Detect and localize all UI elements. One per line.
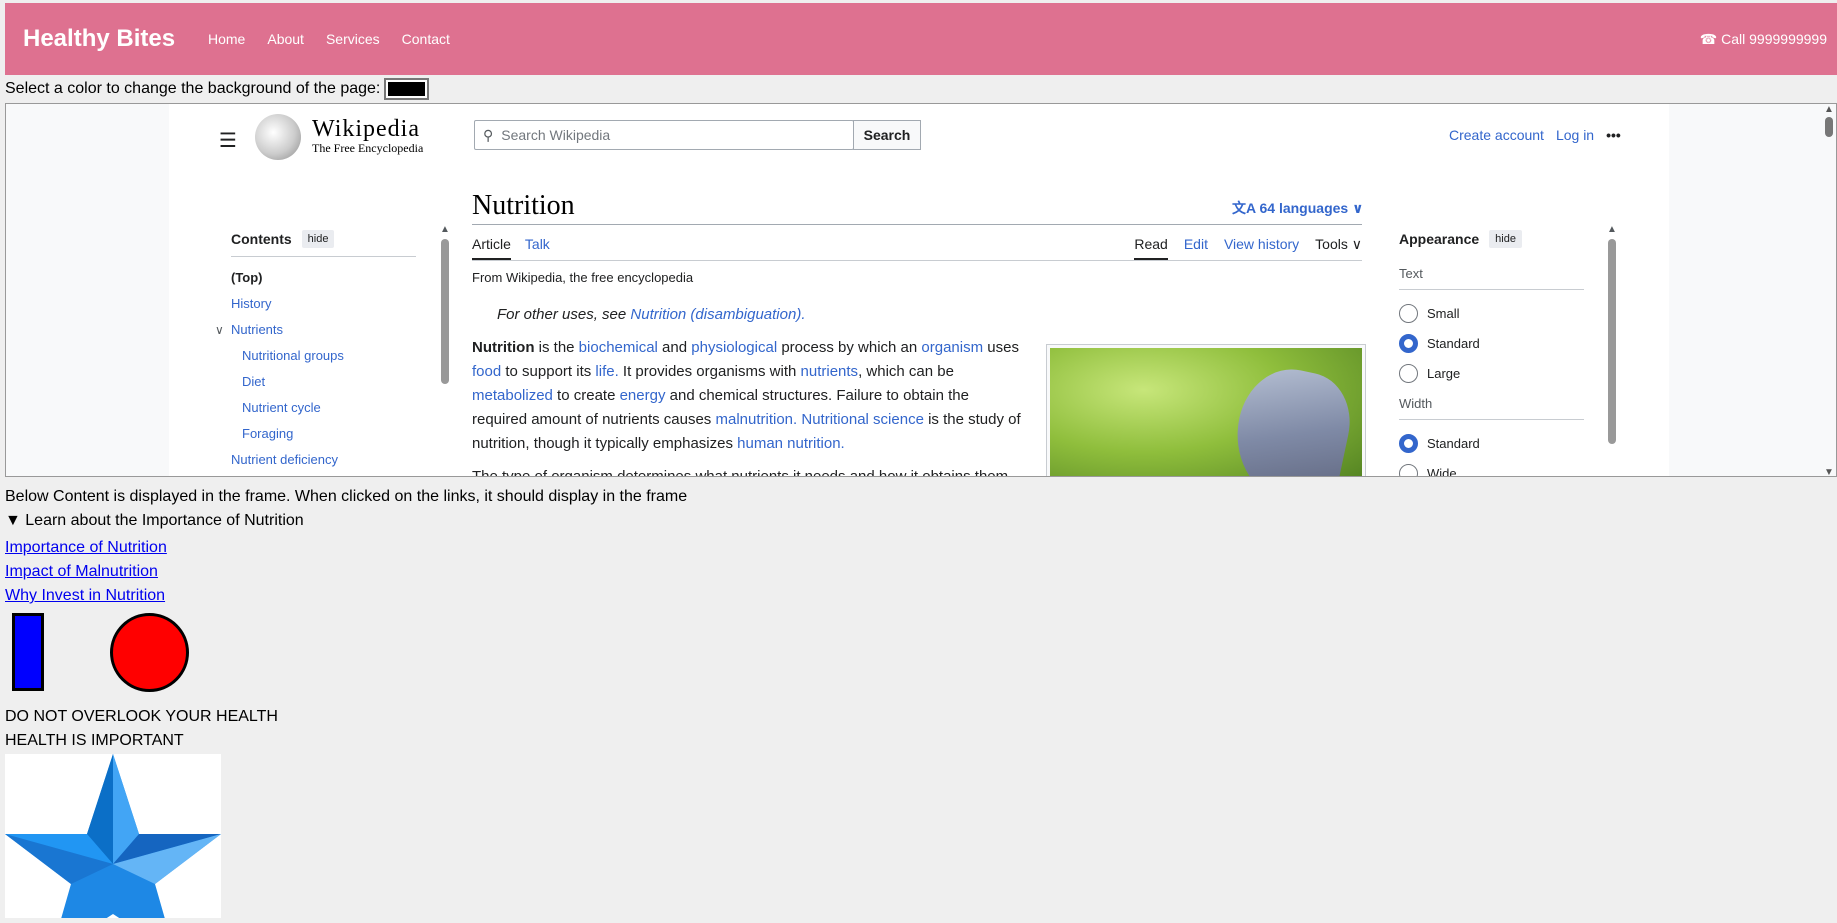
link-why-invest-in-nutrition[interactable]: Why Invest in Nutrition <box>5 584 167 608</box>
tools-menu[interactable]: Tools ∨ <box>1315 236 1362 260</box>
nutrition-links: Importance of Nutrition Impact of Malnut… <box>5 536 167 608</box>
tab-view-history[interactable]: View history <box>1224 236 1299 260</box>
tab-talk[interactable]: Talk <box>525 236 550 260</box>
wikipedia-wordmark[interactable]: Wikipedia The Free Encyclopedia <box>312 116 423 156</box>
search-icon: ⚲ <box>483 126 494 143</box>
menu-icon[interactable]: ☰ <box>219 128 237 153</box>
appearance-hide-button[interactable]: hide <box>1489 230 1522 248</box>
appearance-title: Appearance <box>1399 231 1480 247</box>
link-life[interactable]: life. <box>595 363 618 380</box>
link-biochemical[interactable]: biochemical <box>579 339 658 356</box>
hatnote: For other uses, see Nutrition (disambigu… <box>497 306 806 323</box>
color-picker-row: Select a color to change the background … <box>5 78 430 100</box>
appearance-panel: Appearance hide Text Small Standard Large… <box>1399 230 1584 476</box>
toc-item-nutrients[interactable]: ∨ Nutrients <box>215 317 416 343</box>
tab-read[interactable]: Read <box>1134 236 1168 260</box>
link-food[interactable]: food <box>472 363 501 380</box>
more-options-icon[interactable]: ••• <box>1606 127 1621 143</box>
toc-title: Contents <box>231 231 292 247</box>
toc-scrollbar[interactable]: ▲ <box>439 224 451 476</box>
radio-small[interactable] <box>1399 303 1418 323</box>
link-nutritional-science[interactable]: Nutritional science <box>801 411 924 428</box>
star-icon <box>5 754 221 923</box>
account-links: Create account Log in ••• <box>1449 127 1621 143</box>
toc-item-nutrient-cycle[interactable]: Nutrient cycle <box>231 395 416 421</box>
appearance-scrollbar[interactable]: ▲ <box>1606 224 1618 476</box>
toc-item-nutrient-deficiency[interactable]: Nutrient deficiency <box>231 447 416 473</box>
link-importance-of-nutrition[interactable]: Importance of Nutrition <box>5 536 167 560</box>
tab-article[interactable]: Article <box>472 236 511 260</box>
nav-services[interactable]: Services <box>326 31 380 47</box>
link-malnutrition[interactable]: malnutrition. <box>715 411 797 428</box>
toc-hide-button[interactable]: hide <box>301 230 335 248</box>
call-link[interactable]: ☎ Call 9999999999 <box>1700 31 1827 48</box>
create-account-link[interactable]: Create account <box>1449 127 1544 143</box>
languages-button[interactable]: 文A 64 languages ∨ <box>1232 198 1363 218</box>
butterfly-image[interactable] <box>1046 344 1366 476</box>
table-of-contents: Contents hide (Top) History ∨ Nutrients Nu… <box>215 230 416 473</box>
text-size-standard[interactable]: Standard <box>1399 328 1584 358</box>
link-human-nutrition[interactable]: human nutrition. <box>737 435 845 452</box>
search-input[interactable]: ⚲ Search Wikipedia <box>474 120 854 150</box>
color-picker-label: Select a color to change the background … <box>5 80 381 97</box>
link-organism[interactable]: organism <box>921 339 983 356</box>
color-picker-input[interactable] <box>384 78 430 100</box>
link-nutrients[interactable]: nutrients <box>801 363 859 380</box>
health-message-1: DO NOT OVERLOOK YOUR HEALTH <box>5 708 278 725</box>
link-metabolized[interactable]: metabolized <box>472 387 553 404</box>
wikipedia-page: ☰ Wikipedia The Free Encyclopedia ⚲ Sear… <box>169 104 1669 477</box>
toc-item-diet[interactable]: Diet <box>231 369 416 395</box>
translate-icon: 文A <box>1232 200 1260 216</box>
disambiguation-link[interactable]: Nutrition (disambiguation). <box>630 306 805 323</box>
toc-item-nutritional-groups[interactable]: Nutritional groups <box>231 343 416 369</box>
nav-about[interactable]: About <box>267 31 304 47</box>
text-size-large[interactable]: Large <box>1399 358 1584 388</box>
tagline: From Wikipedia, the free encyclopedia <box>472 270 694 285</box>
nav-contact[interactable]: Contact <box>402 31 450 47</box>
link-energy[interactable]: energy <box>620 387 666 404</box>
chevron-down-icon[interactable]: ∨ <box>215 317 224 343</box>
second-paragraph: The type of organism determines what nut… <box>472 468 1013 477</box>
site-header: Healthy Bites Home About Services Contac… <box>5 3 1837 75</box>
radio-width-standard[interactable] <box>1399 433 1418 453</box>
toc-item-top[interactable]: (Top) <box>231 265 416 291</box>
blue-rectangle <box>12 613 44 691</box>
log-in-link[interactable]: Log in <box>1556 127 1594 143</box>
brand-logo[interactable]: Healthy Bites <box>23 25 208 53</box>
nav-home[interactable]: Home <box>208 31 245 47</box>
radio-large[interactable] <box>1399 363 1418 383</box>
content-iframe[interactable]: ☰ Wikipedia The Free Encyclopedia ⚲ Sear… <box>5 103 1837 477</box>
page-title: Nutrition <box>472 190 575 221</box>
width-label: Width <box>1399 396 1433 411</box>
link-impact-of-malnutrition[interactable]: Impact of Malnutrition <box>5 560 167 584</box>
red-circle <box>110 613 189 692</box>
width-wide[interactable]: Wide <box>1399 458 1584 476</box>
toc-item-foraging[interactable]: Foraging <box>231 421 416 447</box>
text-size-small[interactable]: Small <box>1399 298 1584 328</box>
radio-standard[interactable] <box>1399 333 1418 353</box>
wikipedia-globe-icon[interactable] <box>255 114 301 160</box>
frame-caption: Below Content is displayed in the frame.… <box>5 488 688 505</box>
tab-edit[interactable]: Edit <box>1184 236 1208 260</box>
health-message-2: HEALTH IS IMPORTANT <box>5 732 184 749</box>
frame-scrollbar[interactable]: ▲ ▼ <box>1824 104 1834 476</box>
details-summary[interactable]: ▼ Learn about the Importance of Nutritio… <box>5 512 304 530</box>
toc-item-history[interactable]: History <box>231 291 416 317</box>
radio-width-wide[interactable] <box>1399 463 1418 476</box>
width-standard[interactable]: Standard <box>1399 428 1584 458</box>
link-physiological[interactable]: physiological <box>691 339 777 356</box>
text-size-label: Text <box>1399 266 1423 281</box>
intro-paragraph: Nutrition is the biochemical and physiol… <box>472 339 1021 452</box>
search-button[interactable]: Search <box>853 120 921 150</box>
main-nav: Home About Services Contact <box>208 31 472 47</box>
